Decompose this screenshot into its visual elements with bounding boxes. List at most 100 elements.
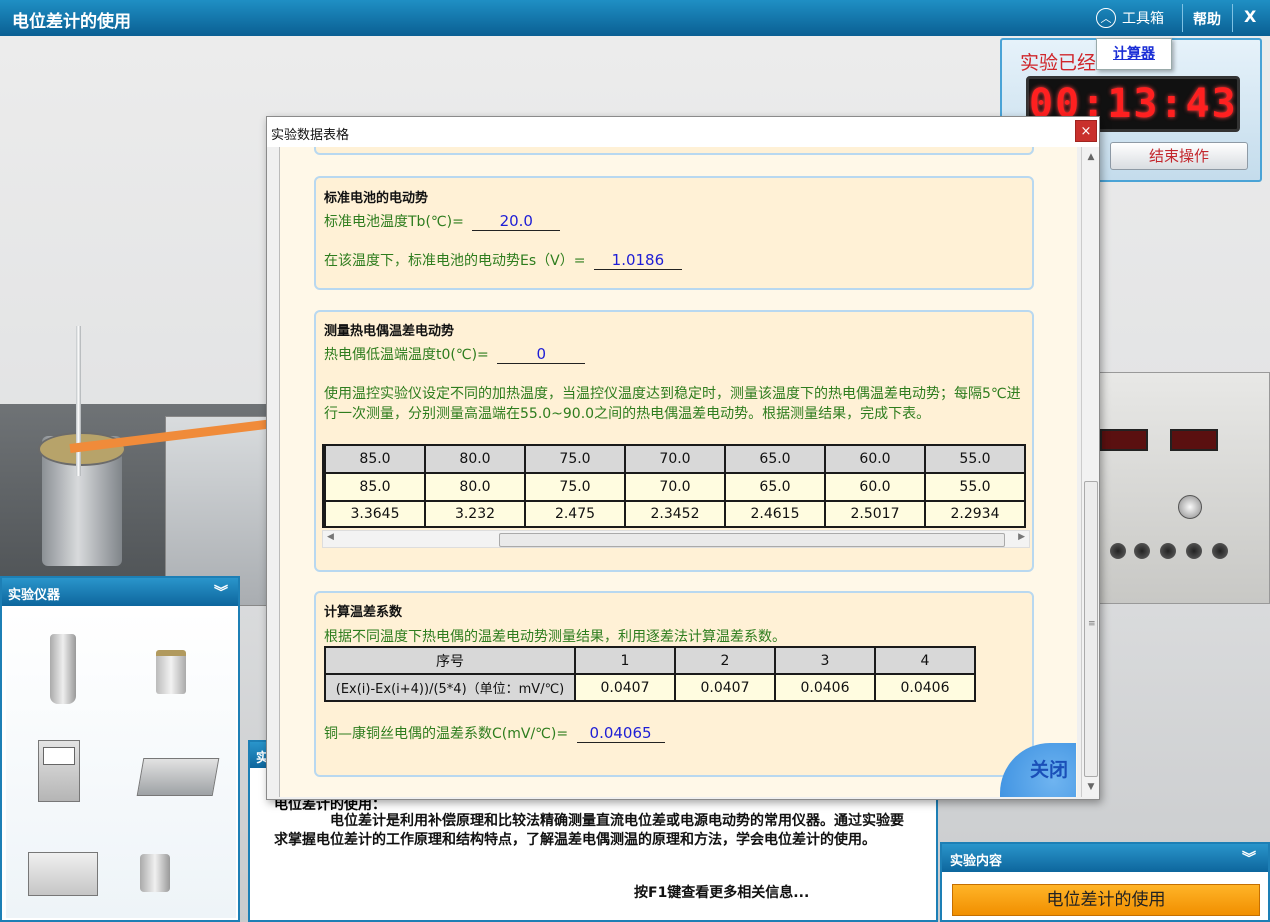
emf-input-cell[interactable]: 2.475 xyxy=(524,500,626,528)
scroll-thumb[interactable]: ≡ xyxy=(1084,481,1098,777)
temp-input-cell[interactable]: 70.0 xyxy=(624,472,726,502)
emf-input-cell[interactable]: 2.2934 xyxy=(924,500,1026,528)
terminal-jack[interactable] xyxy=(1134,543,1150,559)
instrument-temp-controller[interactable] xyxy=(28,852,98,896)
coefficient-instructions: 根据不同温度下热电偶的温差电动势测量结果，利用逐差法计算温差系数。 xyxy=(324,629,786,645)
temp-header-cell: 75.0 xyxy=(524,444,626,474)
collapse-chevron-icon[interactable]: ︾ xyxy=(1242,848,1256,868)
toolbox-label: 工具箱 xyxy=(1122,11,1164,27)
thermometer[interactable] xyxy=(76,326,81,476)
temp-input-cell[interactable]: 55.0 xyxy=(924,472,1026,502)
control-knob[interactable] xyxy=(1178,495,1202,519)
index-header-cell: 3 xyxy=(774,646,876,675)
sensor-icon xyxy=(140,854,170,892)
instrument-thermocouple[interactable] xyxy=(156,650,186,694)
emf-input-cell[interactable]: 3.3645 xyxy=(322,500,426,528)
thermocouple-icon xyxy=(156,650,186,694)
timer-label: 实验已经 xyxy=(1020,52,1097,74)
potentiometer-icon xyxy=(136,758,220,796)
scroll-up-icon[interactable]: ▲ xyxy=(1082,149,1100,165)
end-operation-button[interactable]: 结束操作 xyxy=(1110,142,1248,170)
instrument-thermometer[interactable] xyxy=(50,634,76,704)
temp-controller-icon xyxy=(28,852,98,896)
index-header-cell: 1 xyxy=(574,646,676,675)
grip-icon: ≡ xyxy=(1088,619,1096,629)
table-row: (Ex(i)-Ex(i+4))/(5*4)（单位：mV/℃) 0.0407 0.… xyxy=(324,673,976,702)
terminal-jack[interactable] xyxy=(1212,543,1228,559)
terminal-jack[interactable] xyxy=(1110,543,1126,559)
table-row: 3.3645 3.232 2.475 2.3452 2.4615 2.5017 … xyxy=(322,500,1026,528)
coefficient-input-cell[interactable]: 0.0407 xyxy=(574,673,676,702)
battery-emf-row: 在该温度下，标准电池的电动势Es（V）= 1.0186 xyxy=(324,250,682,270)
coefficient-input-cell[interactable]: 0.0407 xyxy=(674,673,776,702)
coefficient-row: 铜—康铜丝电偶的温差系数C(mV/℃)= 0.04065 xyxy=(324,723,665,743)
chevron-up-icon: ︿ xyxy=(1096,8,1116,28)
temperature-controller[interactable] xyxy=(1095,372,1270,604)
section-title: 计算温差系数 xyxy=(324,605,403,620)
terminal-jack[interactable] xyxy=(1186,543,1202,559)
index-header-cell: 序号 xyxy=(324,646,576,675)
temp-input-cell[interactable]: 75.0 xyxy=(524,472,626,502)
calculator-menu-item[interactable]: 计算器 xyxy=(1096,38,1172,70)
help-button[interactable]: 帮助 xyxy=(1193,9,1221,29)
emf-input-cell[interactable]: 2.3452 xyxy=(624,500,726,528)
scroll-thumb[interactable] xyxy=(499,533,1005,547)
temp-header-cell: 85.0 xyxy=(322,444,426,474)
collapse-chevron-icon[interactable]: ︾ xyxy=(214,582,228,602)
app-title: 电位差计的使用 xyxy=(12,12,131,32)
temp-input-cell[interactable]: 65.0 xyxy=(724,472,826,502)
dialog-close-button[interactable]: × xyxy=(1075,120,1097,142)
temp-header-cell: 65.0 xyxy=(724,444,826,474)
thermometer-icon xyxy=(50,634,76,704)
divider xyxy=(1182,4,1183,32)
battery-temp-input[interactable]: 20.0 xyxy=(472,212,561,231)
instruments-list xyxy=(6,610,236,918)
temp-header-cell: 80.0 xyxy=(424,444,526,474)
dialog-title: 实验数据表格 xyxy=(271,128,350,143)
table-horizontal-scrollbar[interactable]: ◀ ▶ xyxy=(322,530,1030,548)
data-table-dialog: 实验数据表格 × 标准电池的电动势 标准电池温度Tb(℃)= 20.0 在该温度… xyxy=(266,116,1100,800)
temp-input-cell[interactable]: 85.0 xyxy=(322,472,426,502)
scroll-left-icon[interactable]: ◀ xyxy=(327,532,334,542)
emf-input-cell[interactable]: 2.4615 xyxy=(724,500,826,528)
terminal-jack[interactable] xyxy=(1160,543,1176,559)
formula-label-cell: (Ex(i)-Ex(i+4))/(5*4)（单位：mV/℃) xyxy=(324,673,576,702)
scroll-right-icon[interactable]: ▶ xyxy=(1018,532,1025,542)
description-body: 电位差计是利用补偿原理和比较法精确测量直流电位差或电源电动势的常用仪器。通过实验… xyxy=(274,813,904,848)
temp-input-cell[interactable]: 80.0 xyxy=(424,472,526,502)
temp-header-cell: 70.0 xyxy=(624,444,726,474)
coefficient-input[interactable]: 0.04065 xyxy=(576,724,665,743)
instrument-galvanometer[interactable] xyxy=(38,740,80,802)
emf-input-cell[interactable]: 2.5017 xyxy=(824,500,926,528)
section-title: 测量热电偶温差电动势 xyxy=(324,324,455,339)
standard-cell-section: 标准电池的电动势 标准电池温度Tb(℃)= 20.0 在该温度下，标准电池的电动… xyxy=(314,176,1034,290)
scroll-down-icon[interactable]: ▼ xyxy=(1082,779,1100,795)
low-temp-label: 热电偶低温端温度t0(℃)= xyxy=(324,347,489,363)
toolbox-button[interactable]: ︿ 工具箱 xyxy=(1096,8,1164,28)
dialog-body: 标准电池的电动势 标准电池温度Tb(℃)= 20.0 在该温度下，标准电池的电动… xyxy=(279,147,1077,797)
battery-emf-input[interactable]: 1.0186 xyxy=(593,251,682,270)
content-panel: 实验内容 ︾ 电位差计的使用 xyxy=(940,842,1270,922)
coefficient-section: 计算温差系数 根据不同温度下热电偶的温差电动势测量结果，利用逐差法计算温差系数。… xyxy=(314,591,1034,777)
close-app-button[interactable]: X xyxy=(1244,7,1256,26)
temp-header-cell: 60.0 xyxy=(824,444,926,474)
coefficient-input-cell[interactable]: 0.0406 xyxy=(774,673,876,702)
battery-emf-label: 在该温度下，标准电池的电动势Es（V）= xyxy=(324,253,586,269)
temp-header-cell: 55.0 xyxy=(924,444,1026,474)
coefficient-input-cell[interactable]: 0.0406 xyxy=(874,673,976,702)
content-item-potentiometer[interactable]: 电位差计的使用 xyxy=(952,884,1260,916)
table-row: 序号 1 2 3 4 xyxy=(324,646,976,675)
instrument-sensor[interactable] xyxy=(140,854,170,892)
temp-input-cell[interactable]: 60.0 xyxy=(824,472,926,502)
dialog-vertical-scrollbar[interactable]: ▲ ≡ ▼ xyxy=(1081,147,1099,797)
instruments-header: 实验仪器 ︾ xyxy=(2,578,238,606)
battery-temp-row: 标准电池温度Tb(℃)= 20.0 xyxy=(324,211,561,231)
thermocouple-section: 测量热电偶温差电动势 热电偶低温端温度t0(℃)= 0 使用温控实验仪设定不同的… xyxy=(314,310,1034,572)
low-temp-row: 热电偶低温端温度t0(℃)= 0 xyxy=(324,344,586,364)
emf-table: 85.0 80.0 75.0 70.0 65.0 60.0 55.0 85.0 … xyxy=(322,444,1026,528)
dialog-titlebar: 实验数据表格 × xyxy=(267,117,1099,147)
emf-input-cell[interactable]: 3.232 xyxy=(424,500,526,528)
low-temp-input[interactable]: 0 xyxy=(497,345,586,364)
instrument-potentiometer[interactable] xyxy=(136,758,220,796)
app-titlebar: 电位差计的使用 ︿ 工具箱 帮助 X xyxy=(0,0,1270,36)
